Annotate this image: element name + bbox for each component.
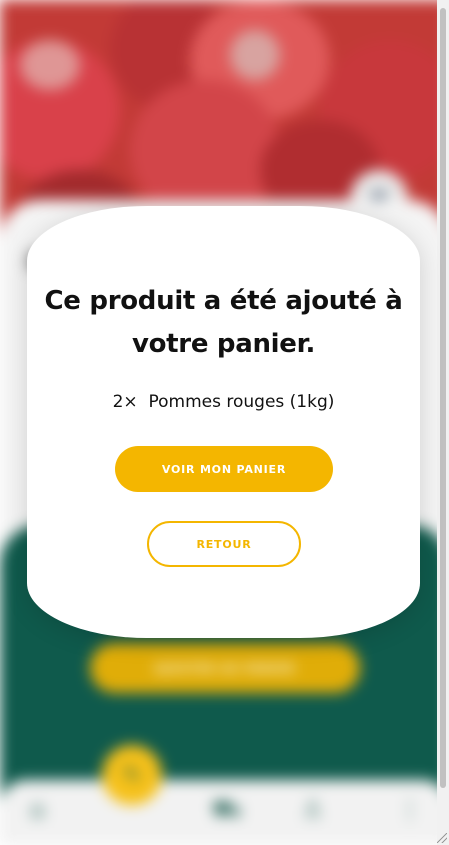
fab-button: ✎ [102,745,162,805]
modal-title: Ce produit a été ajouté à votre panier. [44,286,403,359]
scrollbar-thumb[interactable] [440,8,446,788]
home-icon: ⌂ [30,795,46,823]
user-icon: ♙ [302,795,324,823]
resize-grip[interactable] [437,833,447,843]
more-icon: ⋮ [398,795,422,823]
add-to-cart-button: AJOUTER AU PANIER [90,643,360,693]
modal-item-line: 2× Pommes rouges (1kg) [27,392,420,412]
scrollbar-track[interactable] [437,0,449,845]
item-name: Pommes rouges (1kg) [148,392,335,412]
back-button[interactable]: RETOUR [147,521,301,567]
view-cart-button[interactable]: VOIR MON PANIER [115,446,333,492]
cart-icon: ⛟ [212,795,243,823]
item-quantity: 2× [112,392,138,412]
leaf-icon: ✎ [122,762,142,788]
added-to-cart-modal: Ce produit a été ajouté à votre panier. … [27,206,420,638]
